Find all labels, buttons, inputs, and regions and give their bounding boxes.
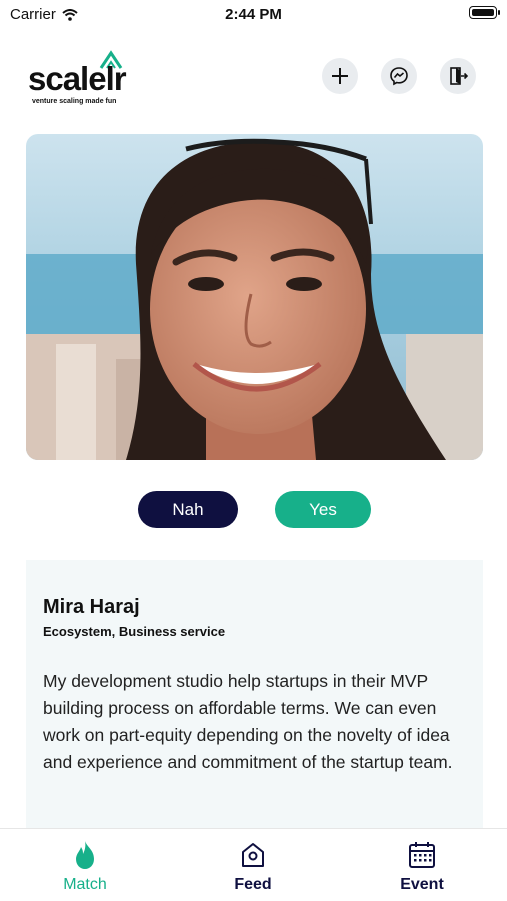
tab-feed-label: Feed: [234, 876, 272, 893]
tab-event[interactable]: Event: [372, 839, 472, 894]
battery-icon: [469, 6, 500, 19]
status-time: 2:44 PM: [225, 6, 282, 23]
profile-categories: Ecosystem, Business service: [43, 624, 226, 639]
tab-feed[interactable]: Feed: [203, 839, 303, 894]
plus-icon: [332, 68, 348, 84]
home-icon: [242, 843, 264, 867]
profile-name: Mira Haraj: [43, 596, 140, 618]
logo-tagline: venture scaling made fun: [32, 98, 117, 105]
flame-icon: [76, 841, 94, 869]
status-bar: Carrier 2:44 PM: [0, 0, 507, 30]
profile-photo-image: [26, 134, 483, 460]
add-button[interactable]: [322, 58, 358, 94]
profile-photo: [26, 134, 483, 460]
tab-match-label: Match: [63, 876, 107, 893]
messenger-icon: [390, 67, 408, 86]
logout-button[interactable]: [440, 58, 476, 94]
tab-match[interactable]: Match: [35, 839, 135, 894]
battery-fill: [472, 9, 494, 16]
nah-button[interactable]: Nah: [138, 491, 238, 528]
logout-icon: [450, 67, 468, 85]
logo-wordmark: scalelr: [28, 60, 127, 97]
yes-button[interactable]: Yes: [275, 491, 371, 528]
profile-card: Mira Haraj Ecosystem, Business service M…: [26, 560, 483, 828]
messages-button[interactable]: [381, 58, 417, 94]
profile-bio: My development studio help startups in t…: [43, 671, 453, 772]
app-logo: scalelr venture scaling made fun: [28, 50, 148, 110]
calendar-icon: [409, 842, 435, 868]
bottom-tab-bar: Match Feed Event: [0, 828, 507, 901]
tab-event-label: Event: [400, 876, 444, 893]
